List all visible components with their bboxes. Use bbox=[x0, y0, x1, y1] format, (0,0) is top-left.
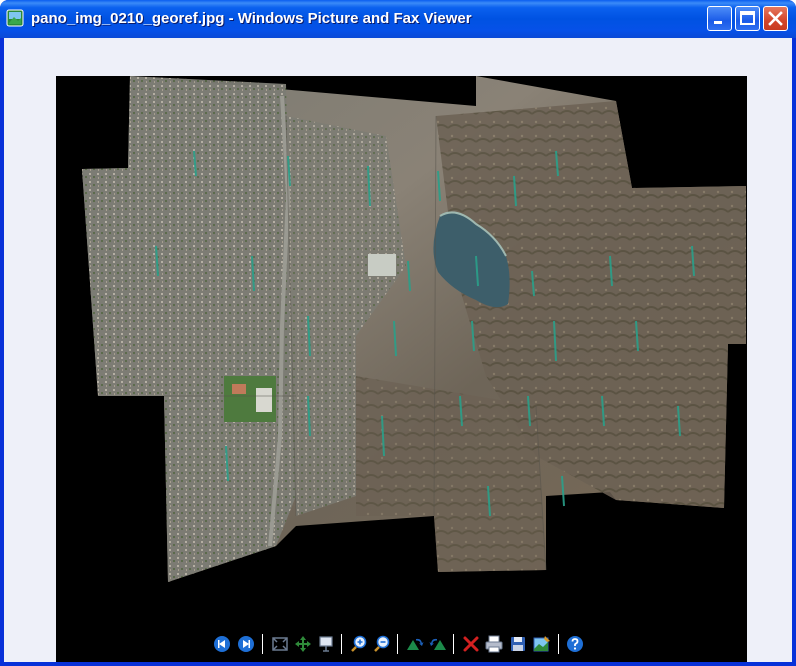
toolbar-separator bbox=[341, 634, 342, 654]
maximize-icon bbox=[740, 11, 755, 25]
close-icon bbox=[768, 11, 783, 26]
prev-icon[interactable] bbox=[212, 634, 232, 654]
toolbar-separator bbox=[397, 634, 398, 654]
minimize-button[interactable] bbox=[707, 6, 732, 31]
toolbar-separator bbox=[262, 634, 263, 654]
print-icon[interactable] bbox=[484, 634, 504, 654]
image-canvas[interactable] bbox=[56, 76, 747, 662]
next-icon[interactable] bbox=[236, 634, 256, 654]
aerial-panorama-image bbox=[82, 76, 746, 582]
toolbar-separator bbox=[453, 634, 454, 654]
zoom-out-icon[interactable] bbox=[372, 634, 392, 654]
delete-icon[interactable] bbox=[461, 634, 481, 654]
rotate-cw-icon[interactable] bbox=[405, 634, 425, 654]
title-bar[interactable]: pano_img_0210_georef.jpg - Windows Pictu… bbox=[0, 0, 796, 38]
rotate-ccw-icon[interactable] bbox=[428, 634, 448, 654]
window: pano_img_0210_georef.jpg - Windows Pictu… bbox=[0, 0, 796, 666]
slideshow-icon[interactable] bbox=[316, 634, 336, 654]
window-bottom-border bbox=[0, 662, 796, 666]
close-button[interactable] bbox=[763, 6, 788, 31]
save-icon[interactable] bbox=[508, 634, 528, 654]
actual-size-icon[interactable] bbox=[293, 634, 313, 654]
toolbar bbox=[0, 624, 796, 662]
best-fit-icon[interactable] bbox=[270, 634, 290, 654]
zoom-in-icon[interactable] bbox=[349, 634, 369, 654]
minimize-icon bbox=[714, 21, 722, 24]
maximize-button[interactable] bbox=[735, 6, 760, 31]
edit-icon[interactable] bbox=[532, 634, 552, 654]
client-area bbox=[4, 38, 792, 662]
picture-viewer-icon bbox=[6, 9, 24, 27]
window-title: pano_img_0210_georef.jpg - Windows Pictu… bbox=[31, 10, 472, 27]
help-icon[interactable] bbox=[565, 634, 585, 654]
toolbar-separator bbox=[558, 634, 559, 654]
